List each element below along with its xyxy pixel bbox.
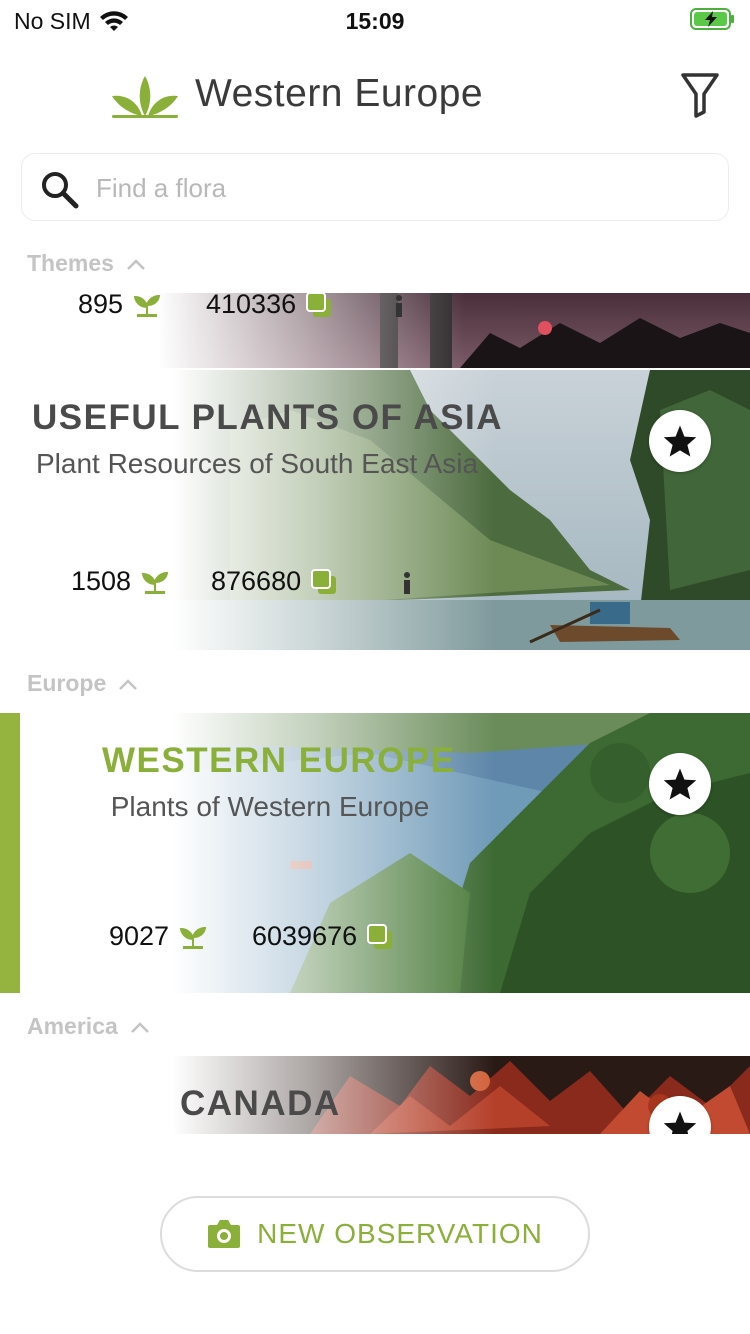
images-icon <box>311 568 337 594</box>
observation-count-value: 6039676 <box>252 921 358 951</box>
section-label: Europe <box>27 670 107 696</box>
status-bar: No SIM 15:09 <box>0 0 750 44</box>
card-title: WESTERN EUROPE <box>102 741 456 780</box>
card-title: USEFUL PLANTS OF ASIA <box>32 398 503 437</box>
favorite-button[interactable] <box>649 753 711 815</box>
star-icon <box>663 768 697 800</box>
page-title: Western Europe <box>195 72 484 115</box>
images-icon <box>306 293 332 317</box>
selected-indicator <box>0 713 20 993</box>
plantnet-logo-icon <box>112 76 178 118</box>
species-count: 1508 <box>71 566 169 597</box>
species-count-value: 895 <box>78 293 124 319</box>
flora-card-canada[interactable]: CANADA <box>0 1056 750 1134</box>
camera-icon <box>208 1220 241 1248</box>
species-count: 895 <box>78 293 161 320</box>
images-icon <box>367 923 393 949</box>
status-time: 15:09 <box>345 8 405 34</box>
new-observation-button[interactable]: NEW OBSERVATION <box>160 1196 590 1272</box>
observation-count: 6039676 <box>252 921 393 952</box>
favorite-button[interactable] <box>649 410 711 472</box>
section-header-themes[interactable]: Themes <box>27 250 146 277</box>
new-observation-label: NEW OBSERVATION <box>257 1218 543 1249</box>
seedling-icon <box>133 294 161 317</box>
observation-count: 876680 <box>211 566 337 597</box>
section-header-europe[interactable]: Europe <box>27 670 138 697</box>
seedling-icon <box>179 926 207 949</box>
species-count: 9027 <box>109 921 207 952</box>
flora-card-previous[interactable]: 895 410336 <box>0 293 750 368</box>
info-icon[interactable] <box>401 572 413 594</box>
card-subtitle: Plant Resources of South East Asia <box>35 448 479 479</box>
search-input[interactable] <box>96 168 696 208</box>
observation-count-value: 410336 <box>206 293 297 319</box>
star-icon <box>663 425 697 457</box>
flora-card-western-europe[interactable]: WESTERN EUROPE Plants of Western Europe … <box>0 713 750 993</box>
section-label: Themes <box>27 250 114 276</box>
section-label: America <box>27 1013 118 1039</box>
species-count-value: 9027 <box>109 921 170 951</box>
star-icon <box>663 1111 697 1134</box>
chevron-up-icon <box>119 678 138 690</box>
app-header: Western Europe <box>0 60 750 132</box>
battery-charging-icon <box>690 8 734 30</box>
section-header-america[interactable]: America <box>27 1013 150 1040</box>
card-subtitle: Plants of Western Europe <box>110 791 430 822</box>
species-count-value: 1508 <box>71 566 132 596</box>
filter-icon[interactable] <box>680 72 720 118</box>
search-bar[interactable] <box>21 153 729 221</box>
observation-count: 410336 <box>206 293 332 320</box>
flora-card-useful-plants-of-asia[interactable]: USEFUL PLANTS OF ASIA Plant Resources of… <box>0 370 750 650</box>
seedling-icon <box>141 571 169 594</box>
observation-count-value: 876680 <box>211 566 302 596</box>
chevron-up-icon <box>127 258 145 270</box>
chevron-up-icon <box>130 1021 149 1033</box>
card-title: CANADA <box>180 1084 341 1123</box>
search-icon <box>42 172 79 209</box>
info-icon[interactable] <box>393 295 405 317</box>
card-fade-overlay <box>0 1056 750 1134</box>
